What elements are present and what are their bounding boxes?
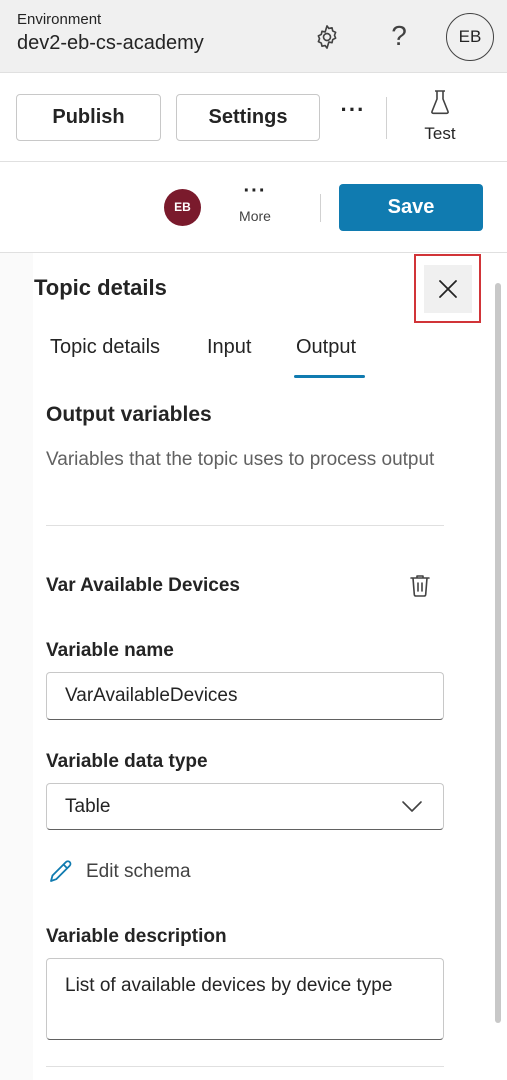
gear-icon[interactable]: [313, 23, 341, 51]
more-label: More: [239, 208, 271, 224]
panel-title: Topic details: [34, 275, 167, 300]
tab-output[interactable]: Output: [296, 336, 356, 359]
close-highlight: [414, 254, 481, 323]
more-button[interactable]: ··· More: [232, 180, 278, 224]
test-label: Test: [424, 124, 456, 143]
environment-bar: Environment dev2-eb-cs-academy ? EB: [0, 0, 507, 73]
environment-name[interactable]: dev2-eb-cs-academy: [17, 32, 204, 55]
chevron-down-icon: [402, 801, 422, 812]
test-button[interactable]: Test: [413, 89, 467, 145]
panel-gutter: [0, 253, 33, 1080]
variable-type-value: Table: [65, 796, 111, 817]
trash-icon[interactable]: [409, 573, 431, 597]
close-button[interactable]: [424, 265, 472, 313]
edit-schema-label: Edit schema: [86, 861, 191, 882]
variable-name-label: Variable name: [46, 640, 174, 661]
settings-button[interactable]: Settings: [176, 94, 320, 141]
variable-header: Var Available Devices: [46, 575, 240, 596]
topic-details-panel: Topic details Topic details Input Output…: [0, 253, 507, 1080]
editor-avatar[interactable]: EB: [164, 189, 201, 226]
variable-type-select[interactable]: Table: [46, 783, 444, 830]
tab-list: Topic details Input Output: [34, 328, 474, 380]
more-icon[interactable]: ···: [340, 99, 366, 129]
help-icon[interactable]: ?: [387, 18, 411, 54]
action-divider: [320, 194, 321, 222]
environment-label: Environment: [17, 11, 102, 28]
bottom-divider: [46, 1066, 444, 1067]
action-row: EB ··· More Save: [0, 162, 507, 253]
topic-toolbar: Publish Settings ··· Test: [0, 73, 507, 162]
tab-input[interactable]: Input: [207, 336, 251, 359]
variable-type-label: Variable data type: [46, 751, 208, 772]
publish-button[interactable]: Publish: [16, 94, 161, 141]
edit-schema-link[interactable]: Edit schema: [48, 858, 191, 888]
tab-topic-details[interactable]: Topic details: [50, 336, 160, 359]
save-button[interactable]: Save: [339, 184, 483, 231]
variable-description-label: Variable description: [46, 926, 227, 947]
more-dots-icon: ···: [243, 180, 267, 202]
variable-name-input[interactable]: VarAvailableDevices: [46, 672, 444, 720]
section-title: Output variables: [46, 403, 212, 426]
close-icon: [439, 280, 457, 298]
selected-tab-indicator: [294, 375, 365, 378]
user-avatar[interactable]: EB: [446, 13, 494, 61]
panel-scrollbar[interactable]: [495, 283, 501, 1023]
variable-description-textarea[interactable]: List of available devices by device type: [46, 958, 444, 1040]
toolbar-divider: [386, 97, 387, 139]
section-divider: [46, 525, 444, 526]
flask-icon: [431, 90, 449, 115]
section-description: Variables that the topic uses to process…: [46, 449, 435, 470]
pencil-icon: [50, 860, 72, 882]
